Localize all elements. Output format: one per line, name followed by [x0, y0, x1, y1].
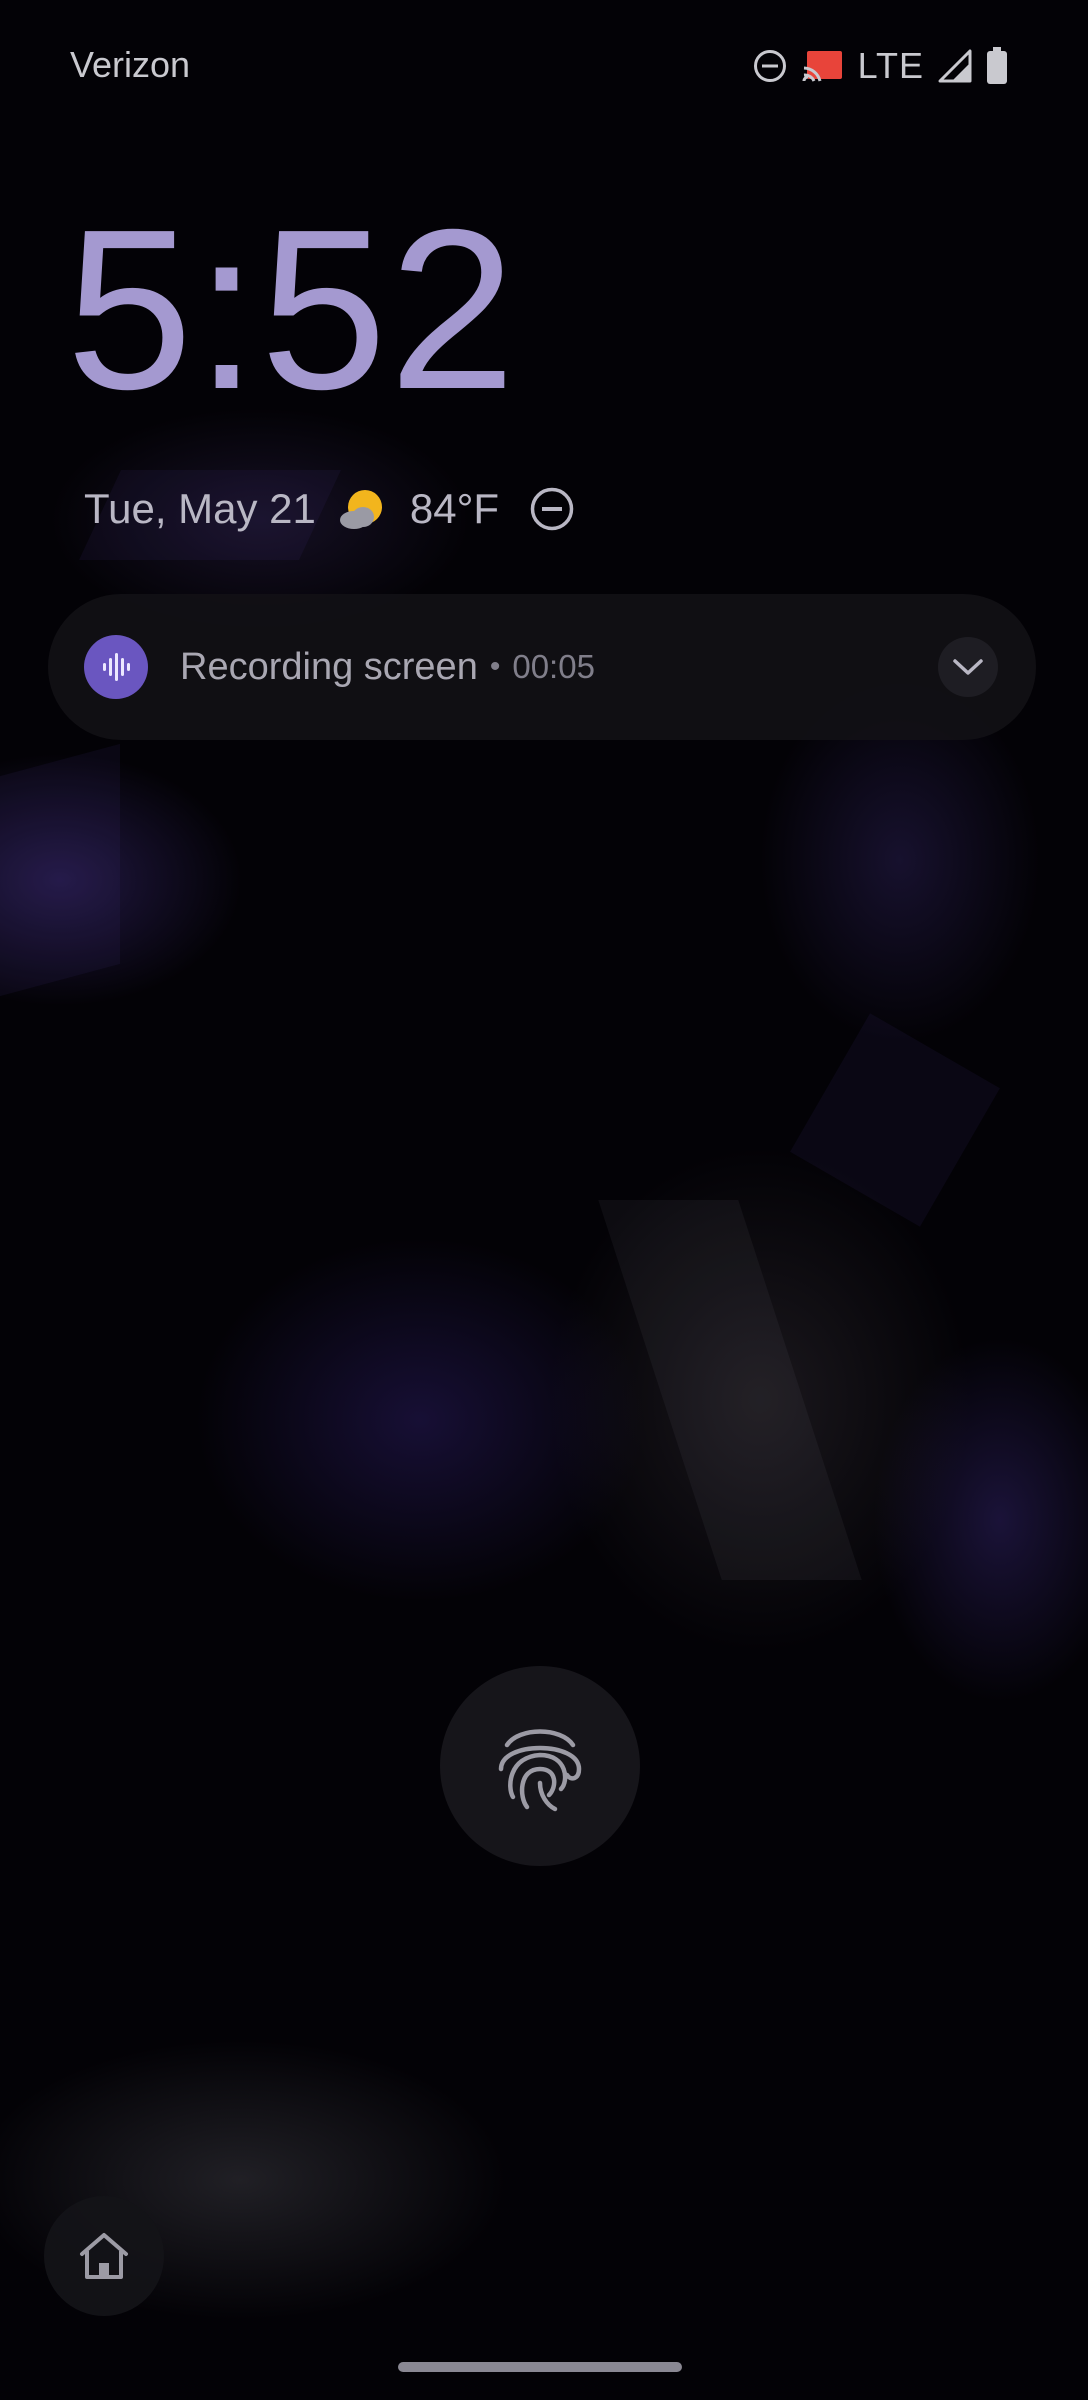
do-not-disturb-icon: [530, 487, 574, 531]
signal-icon: [938, 49, 972, 83]
lock-clock: 5:52: [66, 183, 518, 437]
date-label: Tue, May 21: [84, 485, 316, 532]
home-shortcut-button[interactable]: [44, 2196, 164, 2316]
fingerprint-icon: [498, 1729, 582, 1812]
fingerprint-unlock-button[interactable]: [440, 1666, 640, 1866]
wallpaper-facet: [0, 743, 120, 997]
cast-icon: [802, 51, 842, 82]
sound-waves-icon: [84, 635, 148, 699]
home-icon: [80, 2233, 128, 2279]
wallpaper-facet: [598, 1200, 862, 1580]
lock-screen: Verizon LTE 5:52 Tue, May 21 84°F Record…: [0, 0, 1088, 2400]
chevron-down-icon: [953, 659, 983, 675]
partly-cloudy-icon: [339, 490, 382, 529]
notification-separator: •: [489, 650, 501, 683]
screen-recording-notification[interactable]: Recording screen • 00:05: [48, 594, 1036, 740]
wallpaper-facet: [790, 1013, 1000, 1227]
status-icons: LTE: [752, 44, 1008, 88]
notification-title: Recording screen: [180, 645, 478, 688]
gesture-nav-handle[interactable]: [398, 2362, 682, 2372]
network-type: LTE: [857, 45, 924, 86]
notification-text: Recording screen • 00:05: [180, 638, 595, 696]
temperature-label: 84°F: [409, 485, 500, 532]
recording-elapsed-time: 00:05: [512, 648, 595, 685]
battery-icon: [987, 47, 1007, 84]
do-not-disturb-icon: [753, 50, 786, 82]
notification-expand-button[interactable]: [938, 637, 998, 697]
carrier-name: Verizon: [70, 44, 191, 85]
date-weather-row[interactable]: Tue, May 21 84°F: [84, 478, 575, 540]
status-bar: Verizon LTE: [0, 0, 1088, 134]
